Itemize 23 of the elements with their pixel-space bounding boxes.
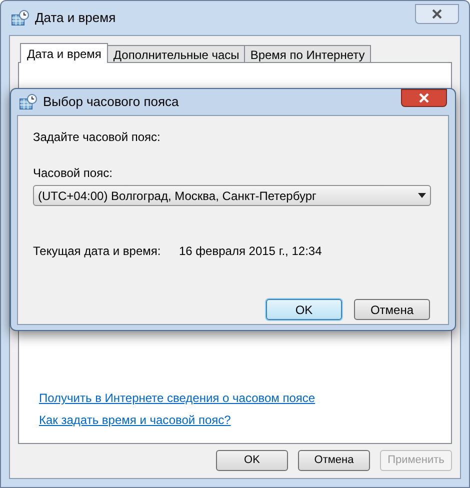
prompt-text: Задайте часовой пояс:: [33, 129, 160, 146]
tab[interactable]: Время по Интернету: [244, 45, 371, 62]
dialog-button[interactable]: Отмена: [354, 299, 430, 320]
dialog-button[interactable]: OK: [216, 450, 288, 471]
tab[interactable]: Дополнительные часы: [107, 45, 246, 62]
dialog-button[interactable]: Отмена: [298, 450, 370, 471]
close-button[interactable]: [401, 89, 447, 107]
help-link[interactable]: Получить в Интернете сведения о часовом поясе: [39, 389, 316, 407]
close-icon: [432, 9, 442, 19]
date-time-value: 16 февраля 2015 г., 12:34: [179, 243, 322, 260]
dialog-button[interactable]: OK: [266, 299, 342, 320]
dropdown-arrow-icon: [418, 193, 426, 198]
field-label: Текущая дата и время:: [33, 243, 162, 260]
tab[interactable]: Дата и время: [20, 43, 108, 63]
close-button[interactable]: [415, 4, 459, 24]
calendar-clock-icon: [11, 10, 29, 26]
calendar-clock-icon: [19, 94, 37, 110]
window-title: Дата и время: [35, 9, 116, 28]
field-label: Часовой пояс:: [33, 165, 112, 182]
help-link[interactable]: Как задать время и часовой пояс?: [39, 411, 231, 429]
timezone-dropdown[interactable]: (UTC+04:00) Волгоград, Москва, Санкт-Петербург: [33, 185, 431, 206]
dialog-title: Выбор часового пояса: [43, 93, 179, 112]
close-icon: [419, 93, 429, 103]
